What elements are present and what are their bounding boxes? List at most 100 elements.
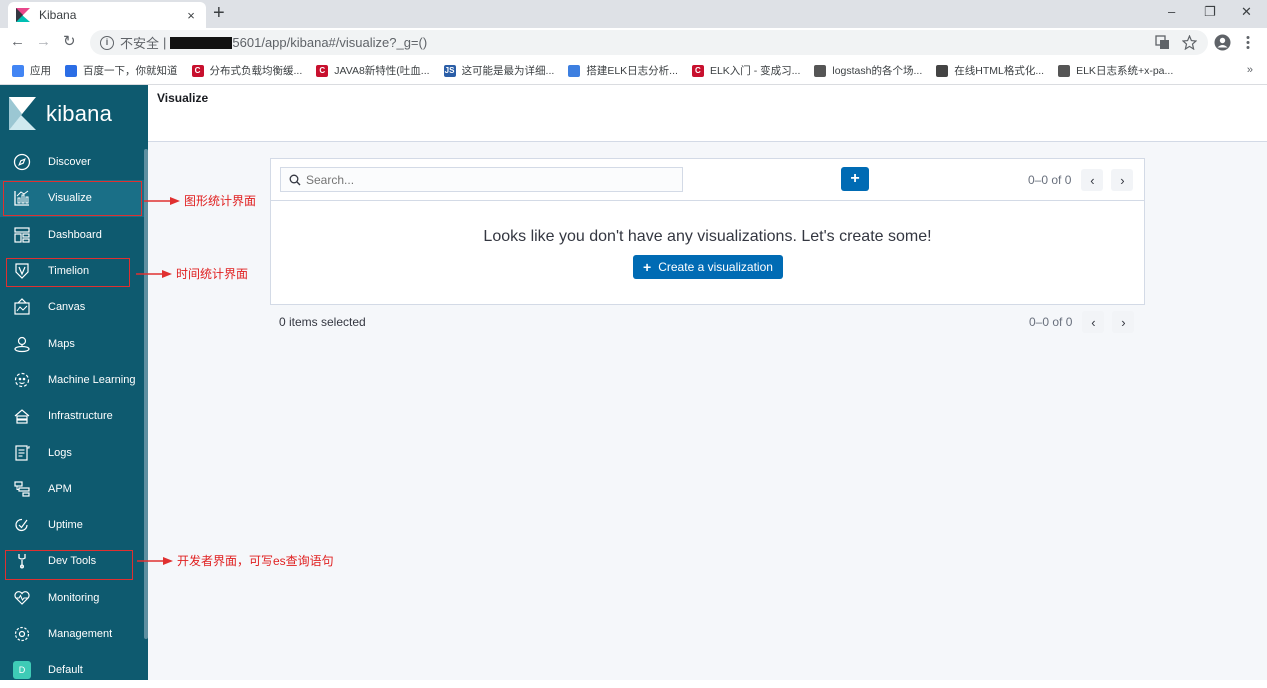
prev-page-icon[interactable]: ‹ <box>1082 311 1105 333</box>
annotation-text: 时间统计界面 <box>176 267 249 281</box>
create-visualization-label: Create a visualization <box>658 260 773 274</box>
sidebar-item-infrastructure[interactable]: Infrastructure <box>0 398 144 434</box>
bookmark-item[interactable]: 百度一下，你就知道 <box>65 63 178 78</box>
sidebar-item-monitoring[interactable]: Monitoring <box>0 580 144 616</box>
redacted-host <box>170 36 233 49</box>
maps-icon <box>14 336 30 352</box>
browser-toolbar: ← → ↻ i 不安全 | 5601/app/kibana#/visualize… <box>0 28 1267 57</box>
sidebar-item-logs[interactable]: Logs <box>0 434 144 470</box>
bookmark-item[interactable]: 搭建ELK日志分析... <box>568 63 678 78</box>
next-page-icon[interactable]: › <box>1111 169 1134 191</box>
bookmark-label: 搭建ELK日志分析... <box>586 65 678 77</box>
sidebar-item-uptime[interactable]: Uptime <box>0 507 144 543</box>
menu-icon[interactable] <box>1245 35 1251 50</box>
gear-icon <box>14 626 30 642</box>
window-close-button[interactable]: ✕ <box>1241 4 1252 20</box>
sidebar-item-machine-learning[interactable]: Machine Learning <box>0 362 144 398</box>
bookmarks-overflow[interactable]: » <box>1247 64 1253 76</box>
dashboard-icon <box>14 227 30 243</box>
translate-icon[interactable] <box>1155 35 1170 50</box>
bookmark-favicon-icon <box>814 64 827 77</box>
sidebar-item-label: Monitoring <box>48 591 100 604</box>
pagination-count: 0–0 of 0 <box>1028 173 1072 187</box>
sidebar-item-default[interactable]: D Default <box>0 652 144 688</box>
search-icon <box>289 174 301 185</box>
kibana-nav: Discover Visualize Dashboard Timelion Canvas… <box>0 144 144 688</box>
bookmark-item[interactable]: C 分布式负载均衡缓... <box>191 63 303 78</box>
annotation-box-visualize <box>3 181 142 216</box>
kibana-header: Visualize <box>148 85 1267 142</box>
sidebar-item-management[interactable]: Management <box>0 616 144 652</box>
bookmark-item[interactable]: ELK日志系统+x-pa... <box>1058 63 1173 78</box>
new-tab-button[interactable]: + <box>213 3 225 23</box>
maximize-button[interactable]: ❐ <box>1204 4 1216 20</box>
bookmark-label: 百度一下，你就知道 <box>83 65 178 77</box>
forward-button[interactable]: → <box>36 34 51 50</box>
url-separator: | <box>163 35 167 50</box>
bookmark-favicon-icon: C <box>691 64 704 77</box>
infrastructure-icon <box>14 409 30 424</box>
annotation-text: 开发者界面，可写es查询语句 <box>177 554 334 568</box>
annotation-devtools: 开发者界面，可写es查询语句 <box>137 552 334 569</box>
bookmark-favicon-icon: C <box>191 64 204 77</box>
bookmark-item[interactable]: 在线HTML格式化... <box>936 63 1044 78</box>
back-button[interactable]: ← <box>10 34 25 50</box>
search-box[interactable] <box>280 167 683 192</box>
next-page-icon[interactable]: › <box>1112 311 1135 333</box>
browser-tab[interactable]: Kibana × <box>8 2 206 28</box>
bookmark-item[interactable]: C JAVA8新特性(吐血... <box>316 63 430 78</box>
breadcrumb[interactable]: Visualize <box>157 91 208 105</box>
sidebar-item-label: APM <box>48 482 72 495</box>
sidebar-item-label: Default <box>48 664 83 677</box>
bookmark-favicon-icon <box>65 64 77 77</box>
reload-button[interactable]: ↻ <box>63 34 76 50</box>
red-arrow-icon <box>136 269 172 278</box>
star-icon[interactable] <box>1182 35 1197 50</box>
bookmark-item[interactable]: JS 这可能是最为详细... <box>443 63 554 78</box>
bookmark-label: 分布式负载均衡缓... <box>209 65 303 77</box>
visualizations-table: + 0–0 of 0 ‹ › Looks like you don't have… <box>270 158 1145 305</box>
bookmark-label: ELK入门 - 变成习... <box>709 65 801 77</box>
compass-icon <box>13 153 31 171</box>
kibana-logo[interactable]: kibana <box>9 97 112 130</box>
sidebar-item-discover[interactable]: Discover <box>0 144 144 180</box>
sidebar-item-dashboard[interactable]: Dashboard <box>0 217 144 253</box>
empty-state-message: Looks like you don't have any visualizat… <box>483 228 932 245</box>
monitoring-icon <box>14 590 30 605</box>
sidebar-item-label: Discover <box>48 156 91 169</box>
red-arrow-icon <box>137 556 173 565</box>
profile-icon[interactable] <box>1214 34 1231 51</box>
sidebar-item-label: Management <box>48 628 113 640</box>
address-bar[interactable]: i 不安全 | 5601/app/kibana#/visualize?_g=() <box>90 30 1208 55</box>
kibana-logo-text: kibana <box>46 100 113 126</box>
sidebar-item-canvas[interactable]: Canvas <box>0 289 144 325</box>
annotation-visualize: 图形统计界面 <box>144 192 256 209</box>
bookmark-label: logstash的各个场... <box>832 65 923 77</box>
create-visualization-button[interactable]: + Create a visualization <box>633 255 783 279</box>
url-text: 5601/app/kibana#/visualize?_g=() <box>232 35 428 50</box>
tab-close-icon[interactable]: × <box>184 8 198 23</box>
pagination-bottom: 0–0 of 0 ‹ › <box>1029 311 1135 333</box>
bookmark-item[interactable]: C ELK入门 - 变成习... <box>691 63 801 78</box>
sidebar-item-label: Maps <box>48 337 75 350</box>
info-icon[interactable]: i <box>100 35 114 50</box>
annotation-box-timelion <box>6 258 130 287</box>
sidebar-item-maps[interactable]: Maps <box>0 325 144 361</box>
add-visualization-button[interactable]: + <box>841 167 869 191</box>
bookmark-item[interactable]: logstash的各个场... <box>814 63 922 78</box>
bookmark-favicon-icon <box>568 64 581 77</box>
search-input[interactable] <box>306 172 676 187</box>
main-content: + 0–0 of 0 ‹ › Looks like you don't have… <box>148 142 1267 680</box>
annotation-text: 图形统计界面 <box>184 194 257 208</box>
minimize-button[interactable]: – <box>1168 4 1175 19</box>
sidebar-item-label: Uptime <box>48 519 83 532</box>
table-divider <box>271 200 1144 201</box>
sidebar-item-label: Logs <box>48 446 72 459</box>
bookmarks-bar: 应用 百度一下，你就知道 C 分布式负载均衡缓... C JAVA8新特性(吐血... JS… <box>0 57 1267 85</box>
prev-page-icon[interactable]: ‹ <box>1081 169 1104 191</box>
sidebar-item-apm[interactable]: APM <box>0 471 144 507</box>
bookmark-item[interactable]: 应用 <box>12 63 51 78</box>
bookmark-favicon-icon: JS <box>443 64 456 77</box>
tab-strip: Kibana × + – ❐ ✕ <box>0 0 1267 28</box>
sidebar-item-label: Dashboard <box>48 228 102 241</box>
